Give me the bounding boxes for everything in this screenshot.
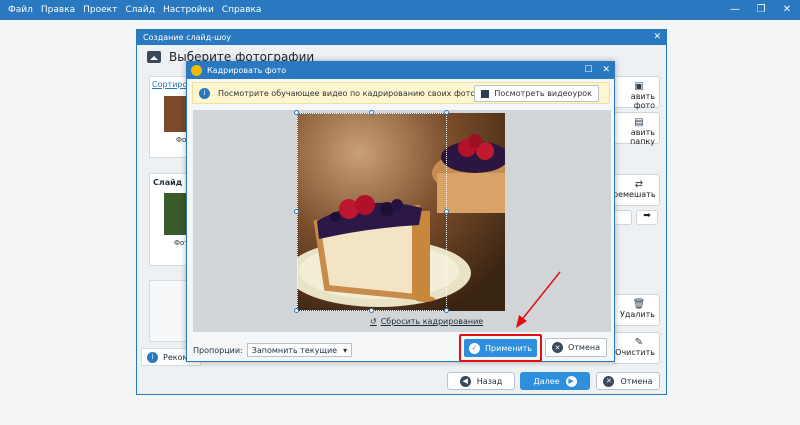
crop-cancel-button[interactable]: ✕ Отмена bbox=[545, 338, 607, 357]
move-right-button[interactable]: ➡ bbox=[636, 210, 658, 225]
watch-video-button[interactable]: Посмотреть видеоурок bbox=[474, 85, 599, 102]
crop-handle-bottom-left[interactable] bbox=[294, 308, 299, 313]
delete-button[interactable]: 🗑 Удалить bbox=[612, 294, 660, 326]
arrow-right-icon: ➡ bbox=[643, 211, 651, 221]
arrow-head-icon bbox=[516, 315, 527, 328]
crop-handle-bottom-right[interactable] bbox=[444, 308, 449, 313]
minimize-icon[interactable]: — bbox=[722, 0, 748, 20]
menu-settings[interactable]: Настройки bbox=[159, 0, 218, 20]
add-folder-button[interactable]: ▤ авить папку bbox=[612, 112, 660, 146]
crop-selection-box[interactable] bbox=[297, 113, 447, 311]
crop-cancel-label: Отмена bbox=[567, 343, 601, 352]
close-icon: ✕ bbox=[603, 375, 615, 387]
add-folder-label: авить папку bbox=[630, 128, 655, 146]
trash-icon: 🗑 bbox=[632, 299, 646, 310]
clear-button[interactable]: ✎ Очистить bbox=[612, 332, 660, 364]
menu-project[interactable]: Проект bbox=[79, 0, 121, 20]
move-left-button[interactable] bbox=[612, 210, 632, 225]
add-photo-icon: ▣ bbox=[634, 81, 644, 92]
crop-handle-left[interactable] bbox=[294, 209, 299, 214]
menu-help[interactable]: Справка bbox=[218, 0, 266, 20]
back-button[interactable]: ◀ Назад bbox=[447, 372, 515, 390]
menu-slide[interactable]: Слайд bbox=[121, 0, 159, 20]
photo-icon bbox=[147, 51, 161, 63]
video-icon bbox=[481, 89, 490, 98]
app-menu-bar: Файл Правка Проект Слайд Настройки Справ… bbox=[0, 0, 800, 20]
info-text: Посмотрите обучающее видео по кадрирован… bbox=[218, 88, 483, 98]
proportions-label: Пропорции: bbox=[193, 345, 243, 355]
restore-icon[interactable]: ❐ bbox=[748, 0, 774, 20]
arrow-left-icon: ◀ bbox=[459, 375, 471, 387]
info-icon: i bbox=[199, 87, 210, 99]
main-menu: Файл Правка Проект Слайд Настройки Справ… bbox=[0, 0, 265, 20]
tutorial-info-bar: i Посмотрите обучающее видео по кадриров… bbox=[192, 82, 610, 104]
info-icon: i bbox=[147, 351, 158, 363]
crop-handle-top-right[interactable] bbox=[444, 110, 449, 115]
clear-label: Очистить bbox=[615, 348, 655, 357]
check-icon: ✓ bbox=[468, 342, 480, 354]
apply-highlight-box: ✓ Применить bbox=[459, 334, 542, 362]
crop-handle-top[interactable] bbox=[369, 110, 374, 115]
watch-video-label: Посмотреть видеоурок bbox=[494, 89, 592, 98]
arrow-line-icon bbox=[519, 271, 561, 323]
cancel-label: Отмена bbox=[620, 376, 653, 386]
apply-label: Применить bbox=[484, 343, 533, 353]
menu-file[interactable]: Файл bbox=[4, 0, 37, 20]
add-photo-label: авить фото bbox=[630, 92, 655, 110]
broom-icon: ✎ bbox=[634, 337, 644, 348]
window-controls: — ❐ ✕ bbox=[722, 0, 800, 20]
back-label: Назад bbox=[476, 376, 503, 386]
annotation-arrow bbox=[516, 271, 561, 328]
proportions-value: Запомнить текущие bbox=[251, 345, 338, 355]
slideshow-dialog-title: Создание слайд-шоу bbox=[143, 33, 232, 42]
crop-handle-top-left[interactable] bbox=[294, 110, 299, 115]
close-icon[interactable]: ✕ bbox=[602, 62, 610, 79]
proportions-select[interactable]: Запомнить текущие ▾ bbox=[246, 343, 353, 357]
arrow-right-icon: ▶ bbox=[565, 375, 577, 387]
next-button[interactable]: Далее ▶ bbox=[520, 372, 590, 390]
slideshow-dialog-titlebar: Создание слайд-шоу ✕ bbox=[137, 30, 666, 45]
crop-dialog-title: Кадрировать фото bbox=[207, 66, 287, 75]
crop-dialog-titlebar: Кадрировать фото ☐ ✕ bbox=[187, 62, 614, 79]
reset-icon: ↺ bbox=[370, 317, 377, 326]
add-folder-icon: ▤ bbox=[634, 117, 644, 128]
shuffle-icon: ⇄ bbox=[634, 179, 644, 190]
cancel-button[interactable]: ✕ Отмена bbox=[596, 372, 660, 390]
add-photo-button[interactable]: ▣ авить фото bbox=[612, 76, 660, 110]
reset-crop-label: Сбросить кадрирование bbox=[380, 317, 484, 326]
reset-crop-link[interactable]: ↺ Сбросить кадрирование bbox=[370, 317, 483, 326]
maximize-icon[interactable]: ☐ bbox=[584, 62, 592, 79]
shuffle-label: ремешать bbox=[613, 190, 656, 199]
close-icon: ✕ bbox=[551, 342, 563, 353]
apply-button[interactable]: ✓ Применить bbox=[464, 339, 537, 357]
chevron-down-icon: ▾ bbox=[343, 345, 348, 355]
crop-handle-right[interactable] bbox=[444, 209, 449, 214]
crop-handle-bottom[interactable] bbox=[369, 308, 374, 313]
next-label: Далее bbox=[533, 376, 560, 386]
close-icon[interactable]: ✕ bbox=[653, 30, 661, 45]
close-icon[interactable]: ✕ bbox=[774, 0, 800, 20]
shuffle-button[interactable]: ⇄ ремешать bbox=[612, 174, 660, 206]
app-logo-icon bbox=[191, 65, 202, 76]
menu-edit[interactable]: Правка bbox=[37, 0, 79, 20]
delete-label: Удалить bbox=[620, 310, 655, 319]
